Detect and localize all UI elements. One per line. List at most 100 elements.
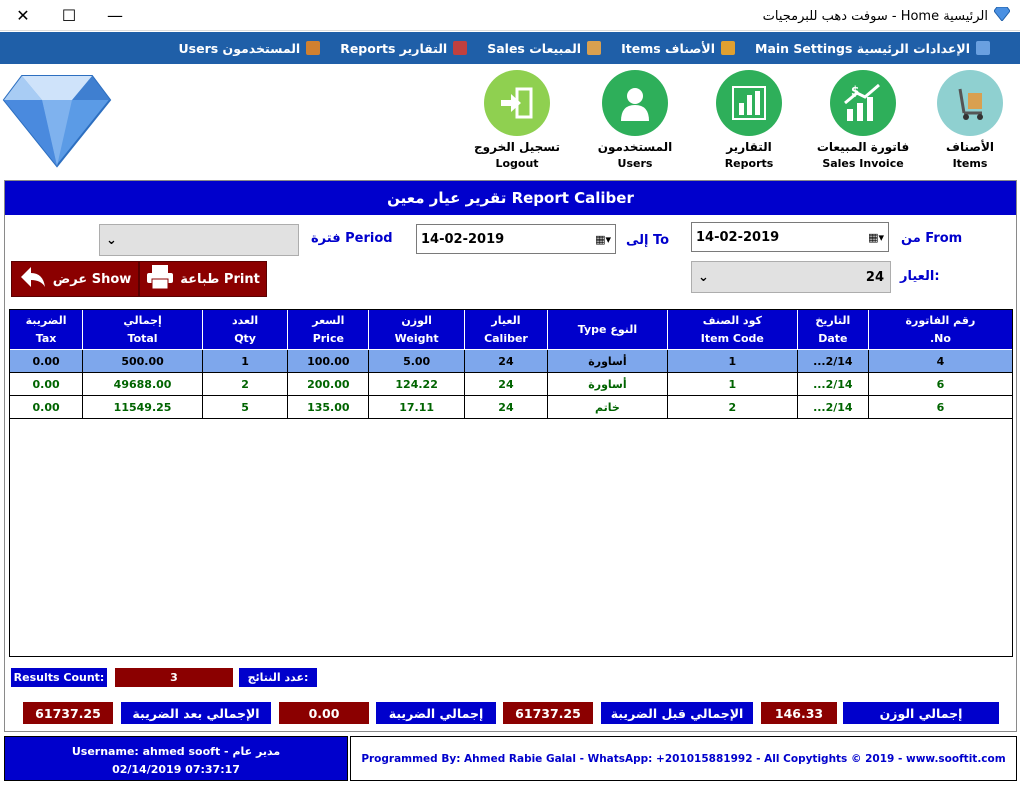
cell-date: 2/14... [796,349,869,373]
cell-caliber: 24 [463,395,549,419]
print-button[interactable]: طباعة Print [139,261,267,297]
cell-caliber: 24 [463,372,549,396]
column-header[interactable]: النوع Type [547,309,668,350]
column-header[interactable]: الضريبة Tax [8,309,84,350]
users-icon [306,41,321,55]
maximize-button[interactable]: ☐ [46,0,92,31]
table-row[interactable]: 6 2/14... 1 أساورة 24 124.22 200.00 2 49… [8,372,1014,396]
results-count-value: 3 [115,668,233,687]
toolbar-reports[interactable]: التقارير Reports [694,70,804,170]
minimize-button[interactable]: — [92,0,138,31]
period-label: فترة Period [311,231,393,246]
cell-caliber: 24 [463,349,549,373]
cell-no: 6 [867,395,1014,419]
column-header[interactable]: الوزن Weight [368,309,465,350]
cell-price: 135.00 [287,395,370,419]
from-label: من From [901,231,963,246]
column-header[interactable]: رقم الفاتورة No. [867,309,1014,350]
close-button[interactable]: ✕ [0,0,46,31]
period-select[interactable]: ⌄ [99,224,299,256]
toolbar-sales-invoice[interactable]: $ فاتورة المبيعات Sales Invoice [808,70,918,170]
table-row[interactable]: 4 2/14... 1 أساورة 24 5.00 100.00 1 500.… [8,349,1014,373]
bar-chart-icon [716,70,782,136]
cell-type: خاتم [547,395,668,419]
cell-item-code: 2 [666,395,798,419]
toolbar-sales-ar: فاتورة المبيعات [816,140,910,154]
chevron-down-icon: ⌄ [106,232,117,248]
total-before-tax-value: 61737.25 [503,702,593,724]
cell-qty: 2 [201,372,289,396]
toolbar-items-en: Items [952,157,988,170]
caliber-label: العيار: [900,269,940,284]
menu-users[interactable]: المستخدمون Users [179,41,321,56]
results-count-label-ar: عدد النتائج: [239,668,317,687]
calendar-dropdown-icon[interactable]: ▦▾ [868,231,888,244]
total-tax-value: 0.00 [279,702,369,724]
app-diamond-icon [993,6,1011,25]
cell-type: أساورة [547,372,668,396]
cell-weight: 124.22 [368,372,465,396]
chart-icon [453,41,468,55]
username-text: Username: ahmed sooft - مدير عام [71,745,281,758]
menu-main-settings[interactable]: الإعدادات الرئيسية Main Settings [755,41,990,56]
logout-icon [484,70,550,136]
user-icon [602,70,668,136]
cell-tax: 0.00 [8,372,84,396]
column-header[interactable]: السعر Price [287,309,370,350]
datetime-text: 02/14/2019 07:37:17 [112,763,240,776]
growth-chart-icon: $ [830,70,896,136]
toolbar-sales-en: Sales Invoice [822,157,904,170]
toolbar-logout[interactable]: تسجيل الخروج Logout [462,70,572,170]
cell-total: 11549.25 [82,395,203,419]
column-header[interactable]: كود الصنف Item Code [666,309,798,350]
total-tax-label: إجمالي الضريبة [376,702,496,724]
cell-tax: 0.00 [8,349,84,373]
toolbar-items[interactable]: الأصناف Items [915,70,1020,170]
cell-date: 2/14... [796,395,869,419]
caliber-select[interactable]: ⌄ 24 [691,261,891,293]
from-date-value: 14-02-2019 [696,229,780,245]
cell-no: 4 [867,349,1014,373]
cell-date: 2/14... [796,372,869,396]
table-row[interactable]: 6 2/14... 2 خاتم 24 17.11 135.00 5 11549… [8,395,1014,419]
diamond-logo [2,68,112,171]
toolbar-reports-en: Reports [724,157,774,170]
show-button[interactable]: عرض Show [11,261,139,297]
total-after-tax-label: الإجمالي بعد الضريبة [121,702,271,724]
menu-reports[interactable]: التقارير Reports [340,41,468,56]
from-date-picker[interactable]: 14-02-2019 ▦▾ [691,222,889,252]
cart-icon [721,41,736,55]
results-count-label-en: Results Count: [11,668,107,687]
column-header[interactable]: العيار Caliber [463,309,549,350]
toolbar-logout-ar: تسجيل الخروج [474,140,560,154]
report-title: تقرير عيار معين Report Caliber [5,181,1016,215]
total-after-tax-value: 61737.25 [23,702,113,724]
toolbar: الأصناف Items $ فاتورة المبيعات Sales In… [0,64,1020,176]
cell-total: 500.00 [82,349,203,373]
toolbar-items-ar: الأصناف [946,140,994,154]
caliber-value: 24 [865,269,884,285]
status-footer: Username: ahmed sooft - مدير عام 02/14/2… [4,736,1017,781]
cell-item-code: 1 [666,372,798,396]
column-header[interactable]: العدد Qty [201,309,289,350]
total-weight-value: 146.33 [761,702,837,724]
total-weight-label: إجمالي الوزن [843,702,999,724]
cell-no: 6 [867,372,1014,396]
toolbar-users[interactable]: المستخدمون Users [580,70,690,170]
calendar-dropdown-icon[interactable]: ▦▾ [595,233,615,246]
user-info: Username: ahmed sooft - مدير عام 02/14/2… [4,736,348,781]
chevron-down-icon: ⌄ [698,269,709,285]
cell-item-code: 1 [666,349,798,373]
total-before-tax-label: الإجمالي قبل الضريبة [601,702,753,724]
report-table: رقم الفاتورة No. التاريخ Date كود الصنف Ite… [8,309,1014,419]
menu-bar: الإعدادات الرئيسية Main Settings الأصناف… [0,32,1020,64]
menu-sales[interactable]: المبيعات Sales [487,41,602,56]
credits: Programmed By: Ahmed Rabie Galal - Whats… [350,736,1017,781]
column-header[interactable]: إجمالي Total [82,309,203,350]
trolley-icon [937,70,1003,136]
menu-items[interactable]: الأصناف Items [621,41,736,56]
toolbar-users-ar: المستخدمون [597,140,673,154]
to-date-picker[interactable]: 14-02-2019 ▦▾ [416,224,616,254]
column-header[interactable]: التاريخ Date [796,309,869,350]
toolbar-users-en: Users [617,157,653,170]
